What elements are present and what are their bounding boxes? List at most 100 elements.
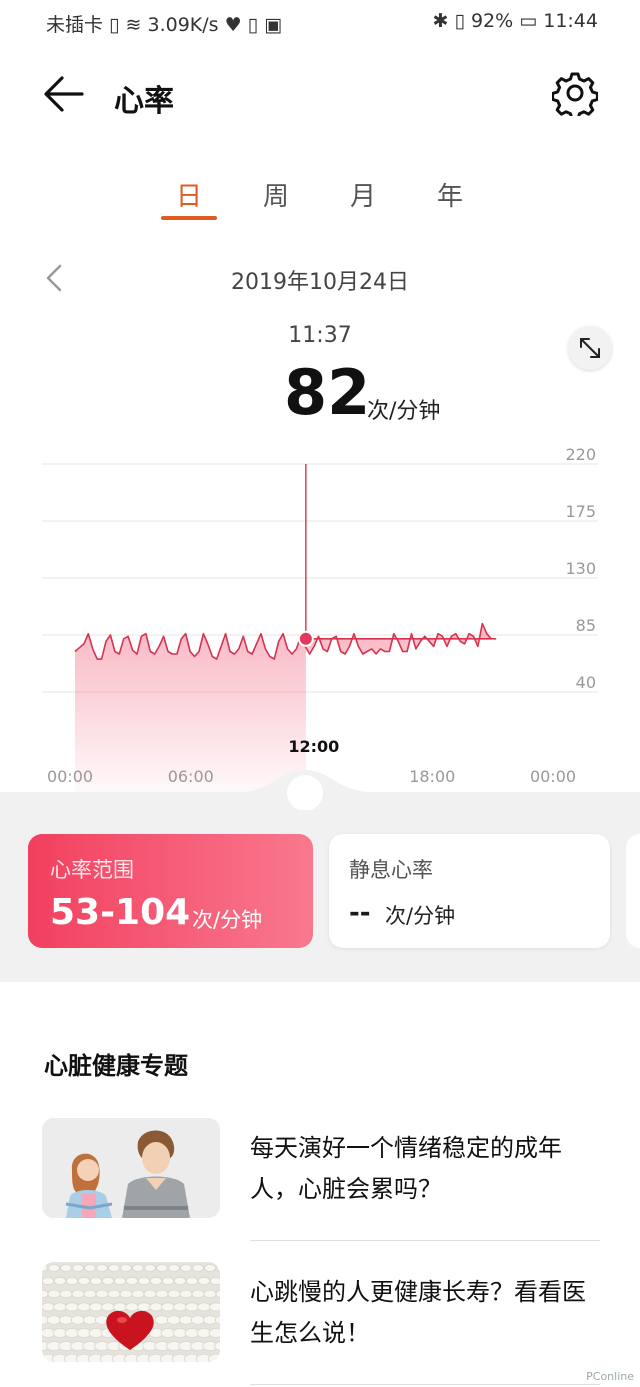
- resting-heart-rate-card[interactable]: 静息心率 -- 次/分钟: [329, 834, 610, 948]
- pill-shape: [77, 1302, 91, 1312]
- pill-shape: [125, 1276, 139, 1286]
- article-title-2[interactable]: 心跳慢的人更健康长寿？看看医生怎么说！: [250, 1272, 600, 1354]
- tab-week[interactable]: 周: [246, 176, 306, 213]
- resting-label: 静息心率: [349, 858, 433, 882]
- back-button[interactable]: [42, 72, 86, 116]
- pill-shape: [173, 1302, 187, 1312]
- pill-shape: [137, 1276, 151, 1286]
- expand-icon: [580, 338, 600, 358]
- y-tick-label: 40: [576, 673, 596, 692]
- pill-shape: [42, 1276, 55, 1286]
- pill-shape: [203, 1289, 217, 1299]
- pill-shape: [96, 1264, 108, 1272]
- reading-time: 11:37: [288, 323, 352, 348]
- pill-shape: [72, 1264, 84, 1272]
- pill-shape: [185, 1302, 199, 1312]
- article-title-1[interactable]: 每天演好一个情绪稳定的成年人，心脏会累吗？: [250, 1128, 600, 1210]
- status-left: 未插卡 ▯ ≋ 3.09K/s ♥ ▯ ▣: [46, 14, 283, 36]
- pill-shape: [125, 1302, 139, 1312]
- pill-shape: [48, 1264, 60, 1272]
- y-tick-label: 175: [565, 502, 596, 521]
- tab-indicator: [161, 216, 217, 220]
- pill-shape: [173, 1276, 187, 1286]
- pill-shape: [143, 1289, 157, 1299]
- pill-shape: [156, 1264, 168, 1272]
- pill-shape: [53, 1302, 67, 1312]
- pill-shape: [101, 1302, 115, 1312]
- range-value: 53-104: [50, 892, 191, 933]
- pill-shape: [190, 1315, 206, 1325]
- pill-shape: [168, 1264, 180, 1272]
- pill-shape: [119, 1289, 133, 1299]
- tab-day[interactable]: 日: [159, 176, 219, 213]
- y-tick-label: 220: [565, 445, 596, 464]
- pill-shape: [209, 1302, 220, 1312]
- pill-shape: [47, 1289, 61, 1299]
- current-date: 2019年10月24日: [231, 270, 409, 295]
- pill-shape: [131, 1289, 145, 1299]
- pill-shape: [84, 1264, 96, 1272]
- heart-rate-range-card[interactable]: 心率范围 53-104 次/分钟: [28, 834, 313, 948]
- status-right: ✱ ▯ 92% ▭ 11:44: [432, 10, 598, 32]
- pill-shape: [113, 1302, 127, 1312]
- pill-shape: [65, 1302, 79, 1312]
- pill-shape: [149, 1276, 163, 1286]
- pill-shape: [89, 1276, 103, 1286]
- article-thumbnail[interactable]: [42, 1118, 220, 1218]
- selected-point[interactable]: [297, 630, 314, 647]
- pill-shape: [89, 1302, 103, 1312]
- pill-shape: [167, 1289, 181, 1299]
- arrow-left-icon: [44, 76, 84, 112]
- pill-shape: [155, 1289, 169, 1299]
- pill-shape: [58, 1315, 74, 1325]
- pill-shape: [137, 1302, 151, 1312]
- pill-shape: [180, 1264, 192, 1272]
- pill-shape: [77, 1276, 91, 1286]
- pill-shape: [202, 1315, 218, 1325]
- y-tick-label: 130: [565, 559, 596, 578]
- pill-shape: [101, 1276, 115, 1286]
- pill-shape: [132, 1264, 144, 1272]
- reading-unit: 次/分钟: [367, 399, 441, 424]
- status-bar: 未插卡 ▯ ≋ 3.09K/s ♥ ▯ ▣ ✱ ▯ 92% ▭ 11:44: [0, 0, 640, 44]
- page-title: 心率: [114, 84, 174, 119]
- gear-icon: [551, 72, 599, 121]
- expand-button[interactable]: [568, 326, 612, 370]
- pill-shape: [83, 1289, 97, 1299]
- heart-rate-chart[interactable]: 2201751308540 00:00 06:0012:0018:00 00:00: [0, 440, 640, 800]
- pill-shape: [120, 1264, 132, 1272]
- y-tick-label: 85: [576, 616, 596, 635]
- pill-shape: [60, 1264, 72, 1272]
- resting-unit: 次/分钟: [385, 904, 456, 928]
- pill-shape: [82, 1315, 98, 1325]
- section-title: 心脏健康专题: [44, 1052, 188, 1080]
- pill-shape: [197, 1302, 211, 1312]
- pill-shape: [65, 1276, 79, 1286]
- pill-shape: [166, 1315, 182, 1325]
- pill-shape: [209, 1276, 220, 1286]
- scrubber-handle[interactable]: [287, 775, 323, 810]
- pill-shape: [204, 1264, 216, 1272]
- divider: [250, 1240, 600, 1241]
- couple-illustration-icon: [42, 1118, 220, 1218]
- pill-shape: [59, 1289, 73, 1299]
- tab-year[interactable]: 年: [420, 176, 480, 213]
- pill-shape: [178, 1315, 194, 1325]
- pill-shape: [161, 1302, 175, 1312]
- pill-shape: [46, 1315, 62, 1325]
- pill-shape: [53, 1276, 67, 1286]
- pill-shape: [113, 1276, 127, 1286]
- pill-shape: [107, 1289, 121, 1299]
- next-card-peek[interactable]: [626, 834, 640, 948]
- pill-shape: [191, 1289, 205, 1299]
- pill-shape: [108, 1264, 120, 1272]
- tab-month[interactable]: 月: [333, 176, 393, 213]
- pill-shape: [95, 1289, 109, 1299]
- pill-shape: [179, 1289, 193, 1299]
- pill-shape: [161, 1276, 175, 1286]
- resting-value: --: [349, 898, 371, 928]
- article-thumbnail[interactable]: [42, 1262, 220, 1362]
- range-unit: 次/分钟: [192, 908, 263, 932]
- divider: [250, 1384, 600, 1385]
- settings-button[interactable]: [551, 70, 599, 121]
